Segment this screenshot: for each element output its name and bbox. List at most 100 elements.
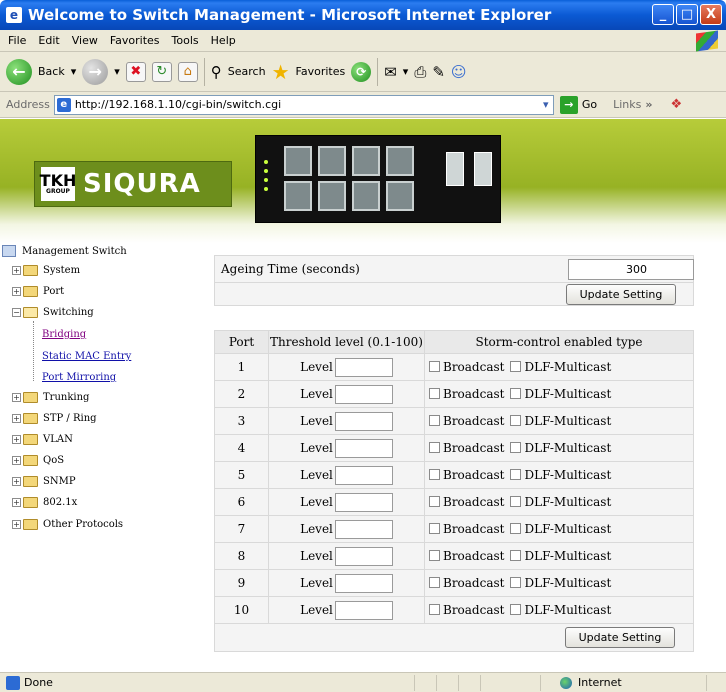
broadcast-checkbox[interactable] (429, 388, 440, 399)
dlf-multicast-checkbox[interactable] (510, 415, 522, 426)
mail-icon[interactable]: ✉ (384, 63, 397, 81)
menu-edit[interactable]: Edit (38, 34, 59, 47)
favorites-star-icon[interactable]: ★ (272, 60, 290, 84)
expand-icon[interactable]: + (12, 266, 21, 275)
tree-item-other-protocols[interactable]: + Other Protocols (12, 519, 123, 530)
dlf-multicast-checkbox[interactable] (510, 577, 522, 588)
menu-file[interactable]: File (8, 34, 26, 47)
menu-help[interactable]: Help (211, 34, 236, 47)
mail-dropdown-icon[interactable]: ▾ (403, 65, 409, 78)
dlf-multicast-checkbox[interactable] (510, 550, 522, 561)
tree-link-port-mirroring[interactable]: Port Mirroring (42, 372, 116, 383)
threshold-input[interactable] (334, 438, 393, 458)
stop-icon[interactable]: ✖ (125, 61, 146, 82)
menu-tools[interactable]: Tools (172, 34, 199, 47)
edit-icon[interactable]: ✎ (432, 63, 445, 81)
minimize-button[interactable]: _ (652, 4, 674, 25)
update-storm-button[interactable]: Update Setting (565, 627, 675, 648)
folder-icon (23, 434, 38, 445)
dlf-multicast-checkbox[interactable] (510, 469, 522, 480)
search-button-label[interactable]: Search (228, 65, 266, 78)
threshold-input[interactable] (334, 411, 393, 431)
ageing-time-input[interactable] (568, 259, 694, 280)
expand-icon[interactable]: + (12, 520, 21, 529)
dlf-multicast-checkbox[interactable] (510, 361, 522, 372)
refresh-icon[interactable]: ↻ (151, 61, 172, 82)
tree-item-snmp[interactable]: + SNMP (12, 476, 76, 487)
forward-arrow-icon[interactable]: → (82, 58, 109, 85)
tree-item-vlan[interactable]: + VLAN (12, 434, 73, 445)
broadcast-label: Broadcast (443, 576, 505, 590)
dlf-multicast-checkbox[interactable] (510, 604, 522, 615)
folder-icon (23, 497, 38, 508)
back-dropdown-icon[interactable]: ▾ (71, 65, 77, 78)
tree-item-qos[interactable]: + QoS (12, 455, 64, 466)
broadcast-checkbox[interactable] (429, 496, 440, 507)
search-icon[interactable]: ⚲ (211, 63, 222, 81)
threshold-input[interactable] (334, 357, 393, 377)
messenger-icon[interactable]: ☺ (451, 63, 467, 81)
expand-icon[interactable]: + (12, 477, 21, 486)
print-icon[interactable]: ⎙ (414, 63, 426, 81)
tree-link-bridging[interactable]: Bridging (42, 329, 86, 340)
menu-view[interactable]: View (72, 34, 98, 47)
expand-icon[interactable]: + (12, 456, 21, 465)
threshold-input[interactable] (334, 573, 393, 593)
expand-icon[interactable]: + (12, 287, 21, 296)
threshold-input[interactable] (334, 465, 393, 485)
expand-icon[interactable]: + (12, 435, 21, 444)
address-url[interactable]: http://192.168.1.10/cgi-bin/switch.cgi (75, 98, 281, 111)
menu-favorites[interactable]: Favorites (110, 34, 160, 47)
go-button[interactable]: → Go (559, 95, 597, 114)
tree-item-8021x[interactable]: + 802.1x (12, 497, 77, 508)
threshold-input[interactable] (334, 600, 393, 620)
threshold-input[interactable] (334, 546, 393, 566)
broadcast-checkbox[interactable] (429, 523, 440, 534)
links-button[interactable]: Links (613, 98, 641, 111)
history-icon[interactable]: ⟳ (351, 61, 372, 82)
broadcast-checkbox[interactable] (429, 442, 440, 453)
threshold-input[interactable] (334, 384, 393, 404)
broadcast-checkbox[interactable] (429, 361, 440, 372)
dlf-multicast-checkbox[interactable] (510, 388, 522, 399)
dlf-multicast-label: DLF-Multicast (524, 549, 612, 563)
table-row: 2 Level Broadcast DLF-Multicast (214, 380, 694, 408)
threshold-input[interactable] (334, 519, 393, 539)
links-chevron-icon[interactable]: » (645, 98, 652, 111)
tree-item-trunking[interactable]: + Trunking (12, 392, 89, 403)
maximize-button[interactable]: □ (676, 4, 698, 25)
threshold-input[interactable] (334, 492, 393, 512)
collapse-icon[interactable]: − (12, 308, 21, 317)
tree-item-switching[interactable]: − Switching (12, 307, 94, 318)
expand-icon[interactable]: + (12, 414, 21, 423)
address-input[interactable]: e http://192.168.1.10/cgi-bin/switch.cgi… (53, 94, 554, 115)
address-dropdown-icon[interactable]: ▾ (539, 98, 553, 111)
favorites-button-label[interactable]: Favorites (296, 65, 346, 78)
update-ageing-button[interactable]: Update Setting (566, 284, 676, 305)
dlf-multicast-checkbox[interactable] (510, 523, 522, 534)
dlf-multicast-checkbox[interactable] (510, 442, 522, 453)
tree-item-port[interactable]: + Port (12, 286, 64, 297)
tree-item-system[interactable]: + System (12, 265, 80, 276)
expand-icon[interactable]: + (12, 393, 21, 402)
tree-item-stp-ring[interactable]: + STP / Ring (12, 413, 97, 424)
tree-root[interactable]: Management Switch (2, 245, 127, 257)
broadcast-checkbox[interactable] (429, 550, 440, 561)
forward-dropdown-icon[interactable]: ▾ (114, 65, 120, 78)
broadcast-checkbox[interactable] (429, 577, 440, 588)
storm-type-cell: Broadcast DLF-Multicast (424, 353, 694, 381)
table-row: 3 Level Broadcast DLF-Multicast (214, 407, 694, 435)
level-label: Level (300, 440, 333, 455)
broadcast-checkbox[interactable] (429, 604, 440, 615)
expand-icon[interactable]: + (12, 498, 21, 507)
back-arrow-icon[interactable]: ← (6, 58, 32, 85)
back-button-label[interactable]: Back (38, 65, 65, 78)
tree-link-static-mac-entry[interactable]: Static MAC Entry (42, 351, 131, 362)
storm-type-cell: Broadcast DLF-Multicast (424, 407, 694, 435)
broadcast-checkbox[interactable] (429, 469, 440, 480)
broadcast-checkbox[interactable] (429, 415, 440, 426)
home-icon[interactable]: ⌂ (177, 61, 198, 82)
toolbar-extra-icon[interactable]: ❖ (670, 97, 682, 112)
dlf-multicast-checkbox[interactable] (510, 496, 522, 507)
close-button[interactable]: X (700, 4, 722, 25)
